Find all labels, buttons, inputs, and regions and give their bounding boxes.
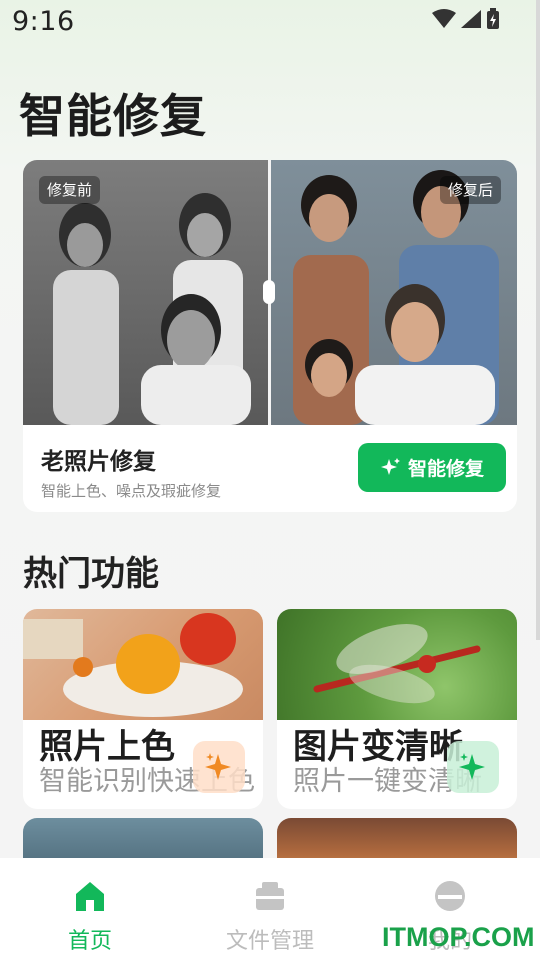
- old-photo-repair-card[interactable]: 修复前 修复后 老照片修复 智能上色、噪点及瑕疵修复 智能修复: [23, 160, 517, 512]
- card-subtitle: 智能上色、噪点及瑕疵修复: [41, 482, 222, 500]
- battery-icon: [487, 8, 499, 29]
- watermark: ITMOP.COM: [382, 922, 535, 952]
- compare-slider-handle[interactable]: [263, 280, 275, 304]
- status-icons: [432, 8, 500, 30]
- section-title: 热门功能: [23, 554, 159, 594]
- before-after-photo[interactable]: 修复前 修复后: [23, 160, 517, 425]
- home-icon: [76, 882, 104, 911]
- profile-icon: [435, 881, 465, 911]
- signal-icon: [461, 10, 481, 28]
- sparkle-badge: [193, 741, 245, 793]
- sparkle-icon: [459, 753, 485, 780]
- feature-card-enhance[interactable]: 图片变清晰 照片一键变清晰: [277, 609, 517, 809]
- nav-item-home[interactable]: 首页: [0, 858, 180, 960]
- after-tag: 修复后: [439, 176, 501, 204]
- nav-label-files: 文件管理: [225, 929, 314, 954]
- before-tag: 修复前: [39, 176, 101, 204]
- nav-label-home: 首页: [67, 929, 112, 954]
- sparkle-icon: [205, 753, 231, 780]
- card-title: 老照片修复: [41, 449, 156, 475]
- sparkle-icon: [380, 457, 400, 475]
- folder-icon: [256, 882, 284, 910]
- scrollbar[interactable]: [536, 0, 540, 640]
- smart-repair-button[interactable]: 智能修复: [358, 443, 506, 492]
- wifi-icon: [432, 9, 456, 28]
- status-time: 9:16: [12, 6, 75, 37]
- feature-card-colorize[interactable]: 照片上色 智能识别快速上色: [23, 609, 263, 809]
- status-bar: 9:16: [0, 0, 540, 46]
- nav-item-files[interactable]: 文件管理: [180, 858, 360, 960]
- colorize-image: [23, 609, 263, 720]
- enhance-image: [277, 609, 517, 720]
- page-title: 智能修复: [19, 89, 207, 143]
- sparkle-badge: [447, 741, 499, 793]
- smart-repair-label: 智能修复: [407, 458, 484, 480]
